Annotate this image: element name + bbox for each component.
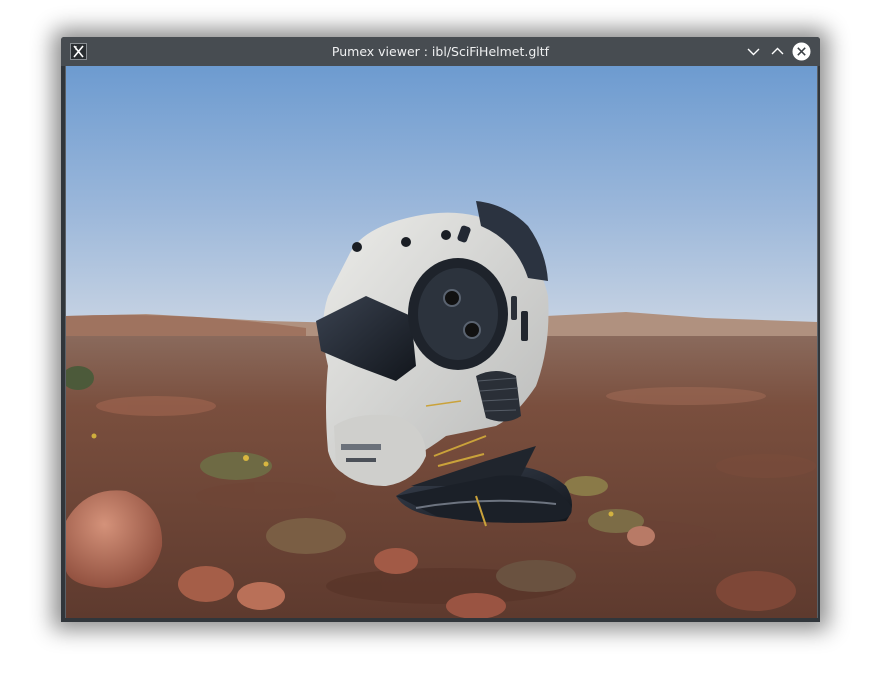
render-viewport[interactable] (65, 66, 818, 618)
scifi-helmet-model (316, 201, 572, 527)
close-button[interactable] (792, 42, 811, 61)
title-bar[interactable]: Pumex viewer : ibl/SciFiHelmet.gltf (61, 37, 820, 66)
window-title: Pumex viewer : ibl/SciFiHelmet.gltf (331, 44, 550, 59)
scene-render (66, 66, 817, 618)
minimize-button[interactable] (744, 42, 763, 61)
chevron-down-icon (747, 48, 760, 56)
maximize-button[interactable] (768, 42, 787, 61)
viewer-window: Pumex viewer : ibl/SciFiHelmet.gltf (61, 37, 820, 622)
close-icon (792, 42, 811, 61)
chevron-up-icon (771, 47, 784, 55)
